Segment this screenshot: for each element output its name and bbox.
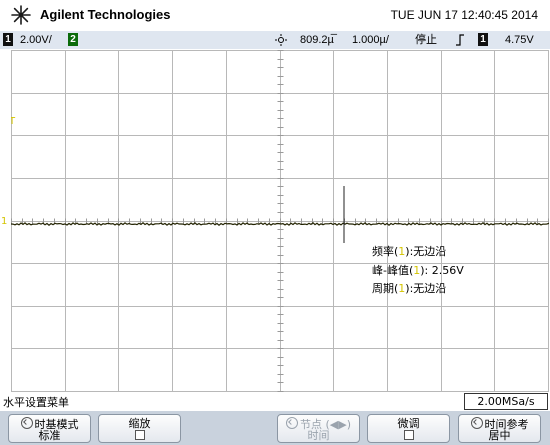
trigger-level[interactable]: 4.75V	[505, 33, 534, 47]
zoom-button[interactable]: 缩放	[98, 414, 181, 443]
trigger-position-icon	[275, 34, 287, 46]
agilent-logo-icon	[11, 5, 31, 25]
timebase-mode-button[interactable]: 时基模式 标准	[8, 414, 91, 443]
status-bar: 1 2.00V/ 2 809.2µ̅ 1.000µ/ 停止 1 4.75V	[0, 31, 550, 49]
menu-title: 水平设置菜单	[3, 396, 69, 409]
checkbox-icon	[403, 430, 414, 440]
knob-icon	[286, 417, 298, 429]
header: Agilent Technologies TUE JUN 17 12:40:45…	[0, 0, 550, 30]
trigger-edge-icon	[456, 34, 464, 46]
run-state: 停止	[415, 34, 437, 46]
brand-name: Agilent Technologies	[40, 7, 171, 22]
svg-text:T: T	[11, 116, 16, 127]
node-time-button[interactable]: 节点 (◀▶) 时间	[277, 414, 360, 443]
softkey-bar: 时基模式 标准 缩放 节点 (◀▶) 时间 微调 时间参考 居中	[0, 411, 550, 445]
date-time: TUE JUN 17 12:40:45 2014	[390, 8, 538, 22]
time-reference-button[interactable]: 时间参考 居中	[458, 414, 541, 443]
waveform-display[interactable]: T 1 频率(1):无边沿 峰-峰值(1): 2.56V 周期(1):无边沿	[1, 50, 549, 392]
graticule: T	[11, 50, 549, 392]
checkbox-icon	[134, 430, 145, 440]
measurement-frequency: 频率(1):无边沿	[372, 245, 447, 258]
ch1-scale[interactable]: 2.00V/	[20, 33, 52, 47]
trigger-source-badge[interactable]: 1	[478, 33, 488, 46]
timebase-value[interactable]: 1.000µ/	[352, 33, 389, 47]
measurement-peak-to-peak: 峰-峰值(1): 2.56V	[372, 264, 464, 277]
ch1-ground-marker[interactable]: 1	[1, 216, 7, 227]
measurement-period: 周期(1):无边沿	[372, 282, 447, 295]
knob-icon	[20, 417, 33, 429]
sample-rate: 2.00MSa/s	[464, 393, 548, 410]
ch1-badge[interactable]: 1	[3, 33, 13, 46]
ch2-badge[interactable]: 2	[68, 33, 78, 46]
delay-value[interactable]: 809.2µ̅	[300, 33, 334, 47]
fine-adjust-button[interactable]: 微调	[367, 414, 450, 443]
knob-icon	[470, 417, 483, 429]
